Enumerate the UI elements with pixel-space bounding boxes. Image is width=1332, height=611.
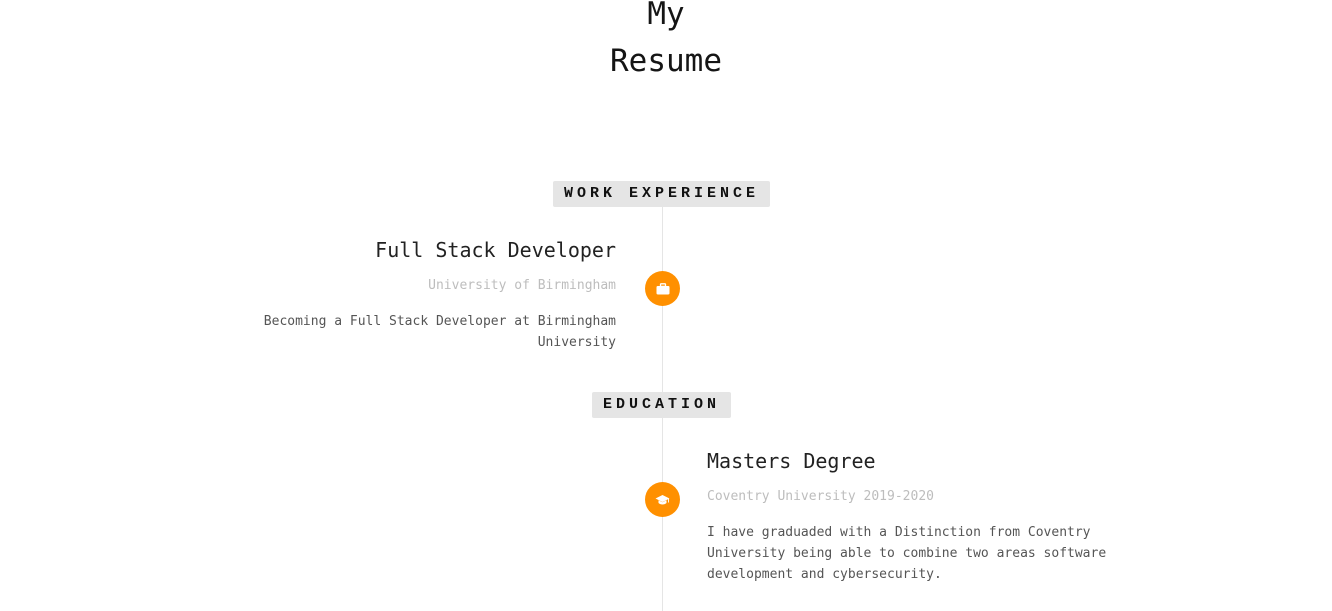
- graduation-cap-icon: [655, 494, 670, 504]
- page-title-line-2: Resume: [610, 43, 722, 79]
- entry-role: Full Stack Developer: [375, 238, 616, 262]
- section-tag-education: EDUCATION: [592, 392, 731, 418]
- timeline-dot-education: [645, 482, 680, 517]
- timeline-dot-work: [645, 271, 680, 306]
- entry-organization: Coventry University 2019-2020: [707, 489, 934, 504]
- work-entry: Full Stack Developer University of Birmi…: [230, 236, 616, 353]
- section-tag-work-experience: WORK EXPERIENCE: [553, 181, 770, 207]
- briefcase-icon: [656, 282, 669, 294]
- entry-role: Masters Degree: [707, 449, 876, 473]
- page-title-line-1: My: [647, 0, 685, 32]
- entry-organization: University of Birmingham: [428, 278, 616, 293]
- entry-description: I have graduaded with a Distinction from…: [707, 525, 1107, 582]
- entry-description: Becoming a Full Stack Developer at Birmi…: [263, 314, 616, 350]
- resume-page: My Resume WORK EXPERIENCE Full Stack Dev…: [0, 0, 1332, 611]
- education-entry: Masters Degree Coventry University 2019-…: [707, 447, 1127, 585]
